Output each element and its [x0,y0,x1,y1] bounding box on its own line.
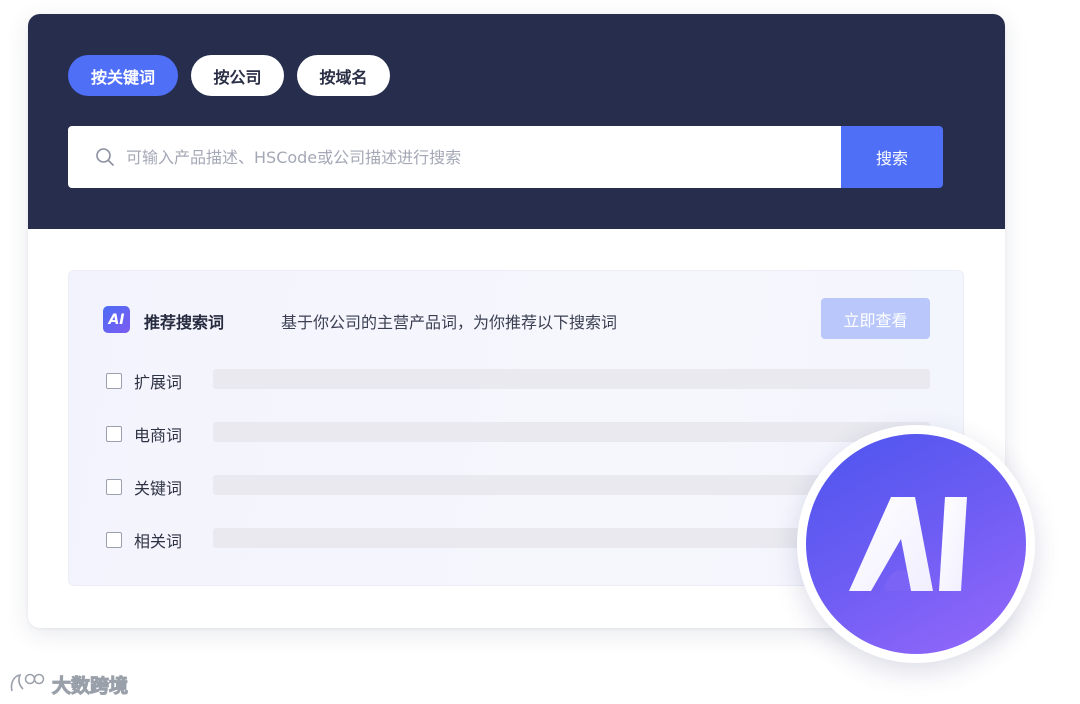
tab-keyword[interactable]: 按关键词 [68,55,178,96]
list-item: 扩展词 [69,367,965,397]
view-now-button[interactable]: 立即查看 [821,298,930,339]
placeholder-bar [213,422,930,442]
row-label: 电商词 [134,426,183,445]
row-label: 扩展词 [134,373,183,392]
placeholder-bar [213,369,930,389]
row-label: 相关词 [134,532,183,551]
expand-words-checkbox[interactable] [106,373,122,389]
related-words-checkbox[interactable] [106,532,122,548]
panel-description: 基于你公司的主营产品词，为你推荐以下搜索词 [281,313,618,332]
ecommerce-words-checkbox[interactable] [106,426,122,442]
ai-logo-badge [797,425,1035,663]
ai-logo-icon [806,434,1026,654]
search-header: 按关键词 按公司 按域名 搜索 [28,14,1005,229]
tab-company[interactable]: 按公司 [191,55,284,96]
ai-badge-icon: AI [103,306,130,333]
row-label: 关键词 [134,479,183,498]
search-icon [96,148,114,166]
watermark-text: 大数跨境 [51,674,129,697]
search-button[interactable]: 搜索 [841,126,943,188]
list-item: 电商词 [69,420,965,450]
search-input[interactable] [126,126,826,188]
ai-logo-mark [849,497,967,591]
tab-domain[interactable]: 按域名 [297,55,390,96]
keywords-checkbox[interactable] [106,479,122,495]
panel-title: 推荐搜索词 [144,313,225,332]
search-box [68,126,842,188]
watermark-logo-icon [10,673,45,692]
watermark: 大数跨境 [8,670,129,698]
